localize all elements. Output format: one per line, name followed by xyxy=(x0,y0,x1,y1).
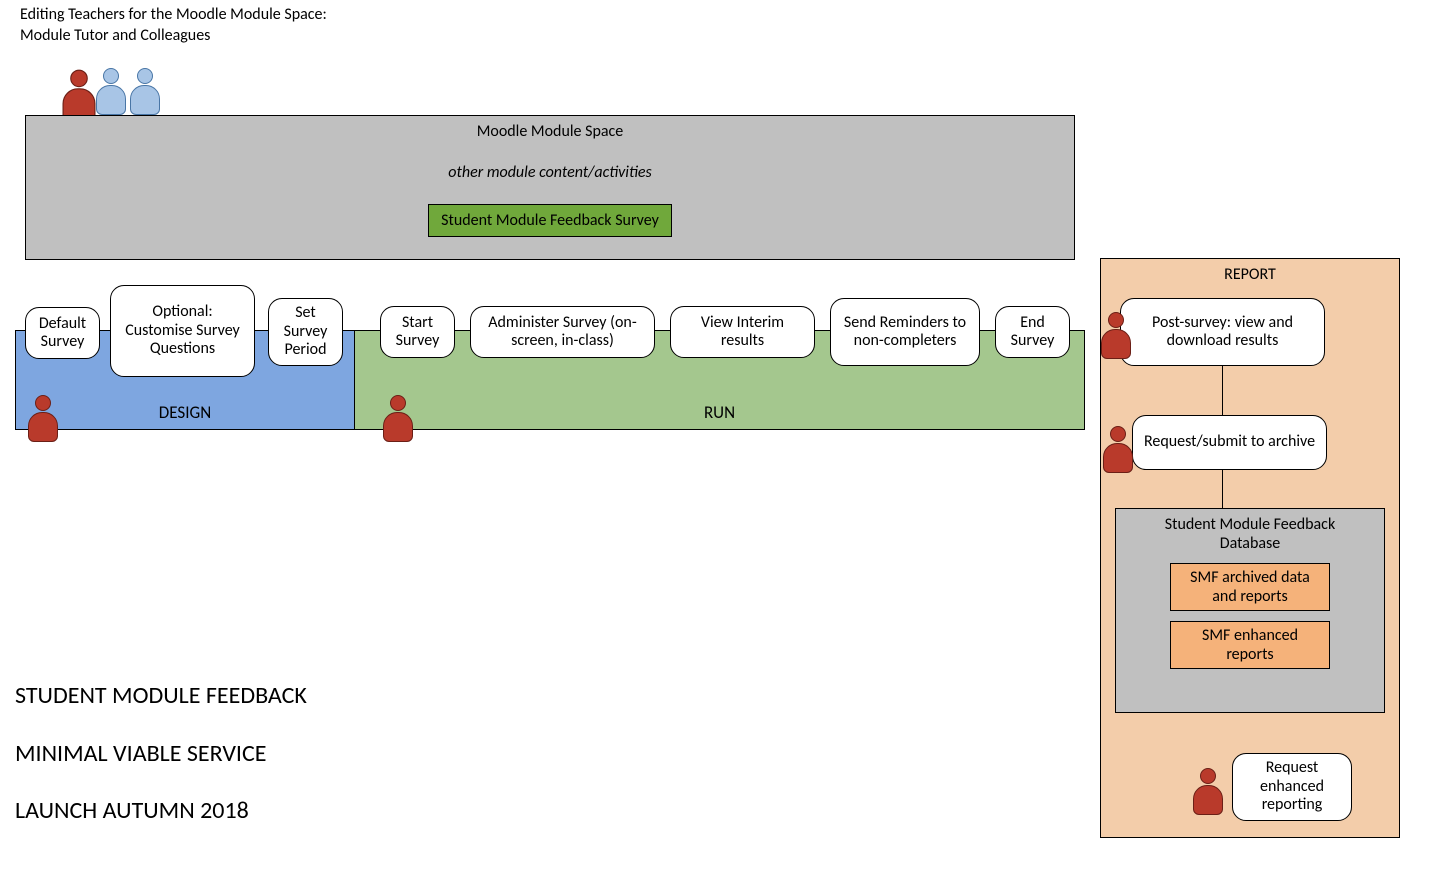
person-icon xyxy=(127,68,163,116)
moodle-title: Moodle Module Space xyxy=(26,122,1074,141)
task-label: Request/submit to archive xyxy=(1144,433,1315,451)
header-line-2: Module Tutor and Colleagues xyxy=(20,26,327,47)
person-icon xyxy=(1098,312,1134,360)
teachers-icon-group xyxy=(55,68,175,118)
person-icon xyxy=(25,395,61,443)
moodle-module-space-box: Moodle Module Space other module content… xyxy=(25,115,1075,260)
person-icon xyxy=(380,395,416,443)
footer-line-1: STUDENT MODULE FEEDBACK xyxy=(15,667,307,725)
task-label: Administer Survey (on-screen, in-class) xyxy=(479,314,646,351)
task-set-period: Set Survey Period xyxy=(268,298,343,366)
person-icon xyxy=(1190,768,1226,816)
task-view-interim: View Interim results xyxy=(670,306,815,358)
task-send-reminders: Send Reminders to non-completers xyxy=(830,298,980,366)
footer-text: STUDENT MODULE FEEDBACK MINIMAL VIABLE S… xyxy=(15,667,307,840)
connector-line xyxy=(1222,366,1223,415)
db-title: Student Module Feedback Database xyxy=(1116,515,1384,553)
connector-line xyxy=(1222,470,1223,508)
task-default-survey: Default Survey xyxy=(25,307,100,359)
task-label: Start Survey xyxy=(389,314,446,351)
person-icon xyxy=(1100,426,1136,474)
task-label: Default Survey xyxy=(34,315,91,352)
task-start-survey: Start Survey xyxy=(380,306,455,358)
task-administer-survey: Administer Survey (on-screen, in-class) xyxy=(470,306,655,358)
footer-line-2: MINIMAL VIABLE SERVICE xyxy=(15,725,307,783)
moodle-subtitle: other module content/activities xyxy=(26,163,1074,182)
task-label: Optional: Customise Survey Questions xyxy=(119,303,246,358)
survey-badge: Student Module Feedback Survey xyxy=(428,204,672,237)
task-post-survey: Post-survey: view and download results xyxy=(1120,298,1325,366)
task-label: End Survey xyxy=(1004,314,1061,351)
smf-database-box: Student Module Feedback Database SMF arc… xyxy=(1115,508,1385,713)
run-lane-label: RUN xyxy=(355,402,1084,423)
task-label: Send Reminders to non-completers xyxy=(839,314,971,351)
task-label: View Interim results xyxy=(679,314,806,351)
task-label: Set Survey Period xyxy=(277,304,334,359)
task-customise-questions: Optional: Customise Survey Questions xyxy=(110,285,255,377)
db-item-enhanced: SMF enhanced reports xyxy=(1170,621,1330,669)
task-end-survey: End Survey xyxy=(995,306,1070,358)
task-request-enhanced: Request enhanced reporting xyxy=(1232,753,1352,821)
design-lane-label: DESIGN xyxy=(16,402,354,423)
task-label: Post-survey: view and download results xyxy=(1129,314,1316,351)
report-lane-label: REPORT xyxy=(1101,265,1399,284)
diagram-header: Editing Teachers for the Moodle Module S… xyxy=(20,5,327,47)
task-request-archive: Request/submit to archive xyxy=(1132,415,1327,470)
header-line-1: Editing Teachers for the Moodle Module S… xyxy=(20,5,327,26)
db-item-archived: SMF archived data and reports xyxy=(1170,563,1330,611)
task-label: Request enhanced reporting xyxy=(1241,759,1343,814)
footer-line-3: LAUNCH AUTUMN 2018 xyxy=(15,782,307,840)
